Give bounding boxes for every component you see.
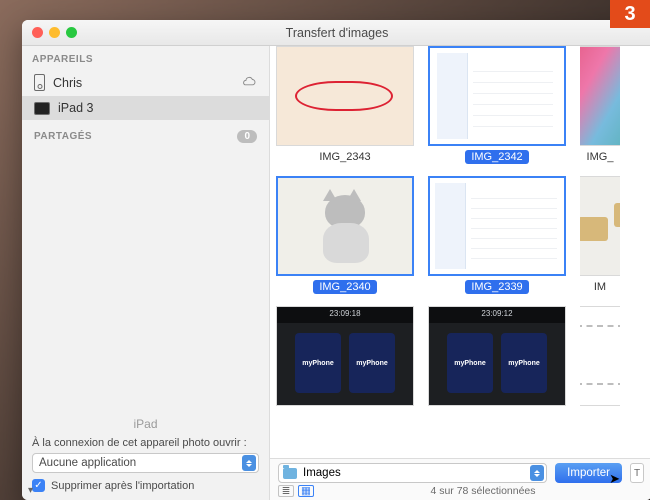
titlebar[interactable]: Transfert d'images bbox=[22, 20, 650, 46]
thumbnail-name: IMG_2342 bbox=[465, 150, 528, 164]
phone-icon bbox=[34, 74, 45, 91]
selection-status: 4 sur 78 sélectionnées bbox=[322, 485, 644, 497]
destination-value: Images bbox=[303, 467, 341, 479]
thumbnail-image bbox=[580, 176, 620, 276]
tablet-icon bbox=[34, 102, 50, 115]
thumb-partial-r1[interactable]: IMG_ bbox=[580, 46, 620, 164]
thumbnail-image bbox=[580, 306, 620, 406]
cloud-icon bbox=[241, 76, 257, 90]
shared-count-badge: 0 bbox=[237, 130, 257, 143]
thumb-img-2340[interactable]: IMG_2340 bbox=[276, 176, 414, 294]
thumb-dark-a[interactable]: 23:09:18 myPhonemyPhone bbox=[276, 306, 414, 406]
window-title: Transfert d'images bbox=[22, 26, 650, 40]
open-with-label: À la connexion de cet appareil photo ouv… bbox=[32, 437, 259, 449]
bottom-toolbar: Images Importer ➤ T ≣ ▦ 4 sur 78 bbox=[270, 458, 650, 500]
delete-after-checkbox[interactable] bbox=[32, 479, 45, 492]
thumbnail-image bbox=[276, 176, 414, 276]
delete-after-label: Supprimer après l'importation bbox=[51, 480, 194, 492]
thumbnail-grid[interactable]: IMG_2343 IMG_2342 IMG_ IMG_2340 bbox=[270, 46, 650, 458]
view-grid-icon[interactable]: ▦ bbox=[298, 485, 314, 497]
open-with-value: Aucune application bbox=[39, 457, 136, 469]
thumbnail-image bbox=[428, 176, 566, 276]
sidebar-toggle-icon[interactable]: ▾ bbox=[28, 485, 33, 496]
folder-icon bbox=[283, 468, 297, 479]
open-with-select[interactable]: Aucune application bbox=[32, 453, 259, 473]
thumbnail-image: 23:09:12 myPhonemyPhone bbox=[428, 306, 566, 406]
thumbnail-image: 23:09:18 myPhonemyPhone bbox=[276, 306, 414, 406]
selected-device-label: iPad bbox=[32, 415, 259, 437]
device-label: iPad 3 bbox=[58, 101, 93, 115]
sidebar-device-chris[interactable]: Chris bbox=[22, 69, 269, 96]
sidebar-bottom-panel: iPad À la connexion de cet appareil phot… bbox=[22, 415, 269, 500]
thumbnail-name: IMG_ bbox=[581, 150, 620, 164]
section-header-shared: PARTAGÉS bbox=[34, 131, 92, 142]
thumb-partial-r3[interactable] bbox=[580, 306, 620, 406]
sidebar: APPAREILS Chris iPad 3 PARTAGÉS 0 iPad À… bbox=[22, 46, 270, 500]
thumb-dark-b[interactable]: 23:09:12 myPhonemyPhone bbox=[428, 306, 566, 406]
thumb-img-2339[interactable]: IMG_2339 bbox=[428, 176, 566, 294]
section-header-devices: APPAREILS bbox=[22, 46, 269, 69]
thumbnail-image bbox=[580, 46, 620, 146]
stepper-icon[interactable] bbox=[242, 455, 256, 471]
thumbnail-name: IMG_2340 bbox=[313, 280, 376, 294]
view-list-icon[interactable]: ≣ bbox=[278, 485, 294, 497]
thumbnail-name: IMG_2339 bbox=[465, 280, 528, 294]
thumbnail-image bbox=[276, 46, 414, 146]
thumb-partial-r2[interactable]: IM bbox=[580, 176, 620, 294]
step-badge: 3 bbox=[610, 0, 650, 28]
thumbnail-name: IMG_2343 bbox=[313, 150, 376, 164]
cursor-icon: ➤ bbox=[609, 471, 620, 487]
app-window: Transfert d'images APPAREILS Chris iPad … bbox=[22, 20, 650, 500]
thumb-img-2342[interactable]: IMG_2342 bbox=[428, 46, 566, 164]
device-label: Chris bbox=[53, 76, 82, 90]
destination-select[interactable]: Images bbox=[278, 463, 547, 483]
thumb-img-2343[interactable]: IMG_2343 bbox=[276, 46, 414, 164]
stepper-icon[interactable] bbox=[530, 465, 544, 481]
sidebar-device-ipad3[interactable]: iPad 3 bbox=[22, 96, 269, 120]
import-button[interactable]: Importer ➤ bbox=[555, 463, 622, 483]
main-panel: IMG_2343 IMG_2342 IMG_ IMG_2340 bbox=[270, 46, 650, 500]
thumbnail-name: IM bbox=[588, 280, 612, 294]
import-all-button[interactable]: T bbox=[630, 463, 644, 483]
thumbnail-image bbox=[428, 46, 566, 146]
